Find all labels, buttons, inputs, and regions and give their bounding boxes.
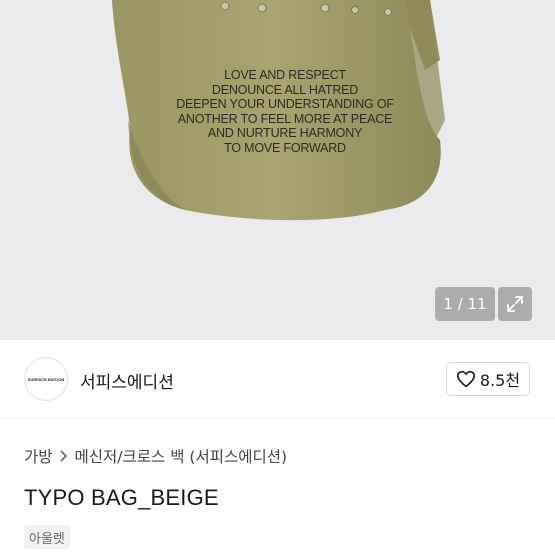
breadcrumb-item-category[interactable]: 가방 bbox=[24, 445, 53, 467]
bag-text-line: DEEPEN YOUR UNDERSTANDING OF bbox=[176, 97, 394, 111]
bag-text-line: TO MOVE FORWARD bbox=[224, 140, 346, 155]
expand-button[interactable] bbox=[498, 287, 532, 321]
bag-text-line: LOVE AND RESPECT bbox=[224, 68, 346, 82]
bag-text-line: DENOUNCE ALL HATRED bbox=[211, 82, 359, 97]
bag-text-line: AND NURTURE HARMONY bbox=[207, 126, 363, 140]
heart-outline-icon bbox=[456, 370, 475, 388]
seller-avatar[interactable]: SURFACE EDITION bbox=[24, 357, 68, 401]
expand-icon bbox=[507, 296, 523, 312]
seller-logo-text: SURFACE EDITION bbox=[27, 376, 65, 382]
breadcrumb: 가방 메신저/크로스 백 (서피스에디션) bbox=[24, 445, 287, 467]
chevron-right-icon bbox=[59, 450, 67, 462]
product-title: TYPO BAG_BEIGE bbox=[24, 485, 219, 510]
seller-name[interactable]: 서피스에디션 bbox=[80, 368, 174, 393]
image-counter: 1 / 11 bbox=[435, 287, 495, 321]
seller-bar: SURFACE EDITION 서피스에디션 8.5천 bbox=[0, 340, 555, 419]
like-button[interactable]: 8.5천 bbox=[446, 362, 530, 396]
outlet-tag: 아울렛 bbox=[24, 525, 70, 549]
breadcrumb-item-subcategory[interactable]: 메신저/크로스 백 (서피스에디션) bbox=[75, 445, 288, 467]
like-count: 8.5천 bbox=[479, 371, 521, 390]
product-image-carousel[interactable]: LOVE AND RESPECT DENOUNCE ALL HATRED DEE… bbox=[0, 0, 555, 340]
bag-text-line: ANOTHER TO FEEL MORE AT PEACE bbox=[177, 111, 393, 126]
bag-printed-text: LOVE AND RESPECT DENOUNCE ALL HATRED DEE… bbox=[150, 68, 420, 155]
